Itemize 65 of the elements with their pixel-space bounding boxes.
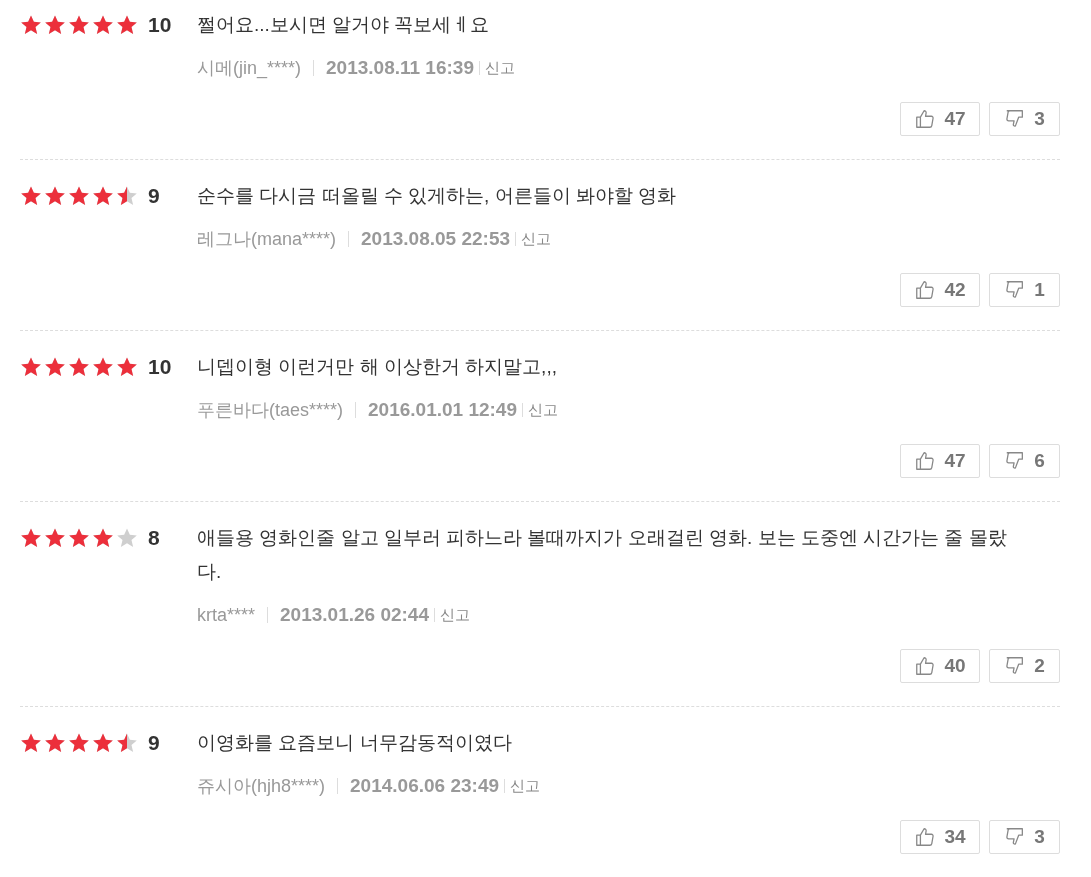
- review-date: 2014.06.06 23:49: [350, 773, 499, 798]
- review-text: 애들용 영화인줄 알고 일부러 피하느라 볼때까지가 오래걸린 영화. 보는 도중엔 시간가는 줄 몰랐다.: [197, 526, 1008, 584]
- dislike-button[interactable]: 3: [989, 102, 1060, 136]
- author-name: 레그나(mana****): [197, 227, 337, 251]
- star-icon: [44, 14, 66, 36]
- report-link[interactable]: 신고: [440, 603, 470, 627]
- score: 10: [148, 354, 172, 381]
- star-icon: [44, 185, 66, 207]
- like-button[interactable]: 47: [900, 444, 980, 478]
- dislike-button[interactable]: 6: [989, 444, 1060, 478]
- star-icon: [20, 14, 42, 36]
- author-name: 쥬시아(hjh8****): [197, 774, 326, 798]
- star-icon: [68, 732, 90, 754]
- star-icon: [20, 732, 42, 754]
- star-icon: [92, 732, 114, 754]
- report-link[interactable]: 신고: [510, 774, 540, 798]
- thumbs-up-icon: [914, 108, 937, 130]
- star-icon: [44, 356, 66, 378]
- star-icon: [116, 732, 138, 754]
- star-icon: [44, 732, 66, 754]
- star-icon: [116, 14, 138, 36]
- star-icon: [20, 185, 42, 207]
- thumbs-up-icon: [914, 450, 937, 472]
- star-icon: [20, 356, 42, 378]
- review-text: 순수를 다시금 떠올릴 수 있게하는, 어른들이 봐야할 영화: [197, 184, 678, 208]
- like-button[interactable]: 34: [900, 820, 980, 854]
- star-icon: [68, 356, 90, 378]
- score: 9: [148, 730, 160, 757]
- dislike-button[interactable]: 1: [989, 273, 1060, 307]
- report-link[interactable]: 신고: [484, 56, 515, 80]
- like-button[interactable]: 40: [900, 649, 980, 683]
- star-icon: [92, 185, 114, 207]
- author-name: 시메(jin_****): [197, 56, 302, 81]
- star-icon: [92, 527, 114, 549]
- thumbs-up-icon: [914, 279, 937, 301]
- score: 10: [148, 12, 172, 39]
- thumbs-up-icon: [914, 655, 937, 677]
- star-icon: [68, 527, 90, 549]
- report-link[interactable]: 신고: [521, 227, 551, 251]
- dislike-button[interactable]: 2: [989, 649, 1060, 683]
- star-icon: [116, 527, 138, 549]
- review-date: 2013.01.26 02:44: [280, 602, 429, 627]
- thumbs-up-icon: [914, 826, 937, 848]
- like-button[interactable]: 42: [900, 273, 980, 307]
- score: 9: [148, 183, 160, 210]
- score: 8: [148, 525, 160, 552]
- star-icon: [68, 14, 90, 36]
- author-name: krta****: [197, 603, 256, 627]
- star-icon: [44, 527, 66, 549]
- star-icon: [116, 356, 138, 378]
- review-date: 2013.08.11 16:39: [326, 55, 474, 80]
- author-name: 푸른바다(taes****): [197, 398, 344, 422]
- star-icon: [116, 185, 138, 207]
- review-text: 쩔어요...보시면 알거야 꼭보세ㅔ요: [197, 13, 491, 37]
- star-icon: [68, 185, 90, 207]
- star-icon: [92, 14, 114, 36]
- review-text: 니뎁이형 이런거만 해 이상한거 하지말고,,,: [197, 355, 558, 379]
- review-text: 이영화를 요즘보니 너무감동적이였다: [197, 731, 513, 755]
- star-icon: [20, 527, 42, 549]
- review-date: 2016.01.01 12:49: [368, 397, 517, 422]
- review-date: 2013.08.05 22:53: [361, 226, 510, 251]
- dislike-button[interactable]: 3: [989, 820, 1060, 854]
- like-button[interactable]: 47: [900, 102, 980, 136]
- report-link[interactable]: 신고: [528, 398, 558, 422]
- star-icon: [92, 356, 114, 378]
